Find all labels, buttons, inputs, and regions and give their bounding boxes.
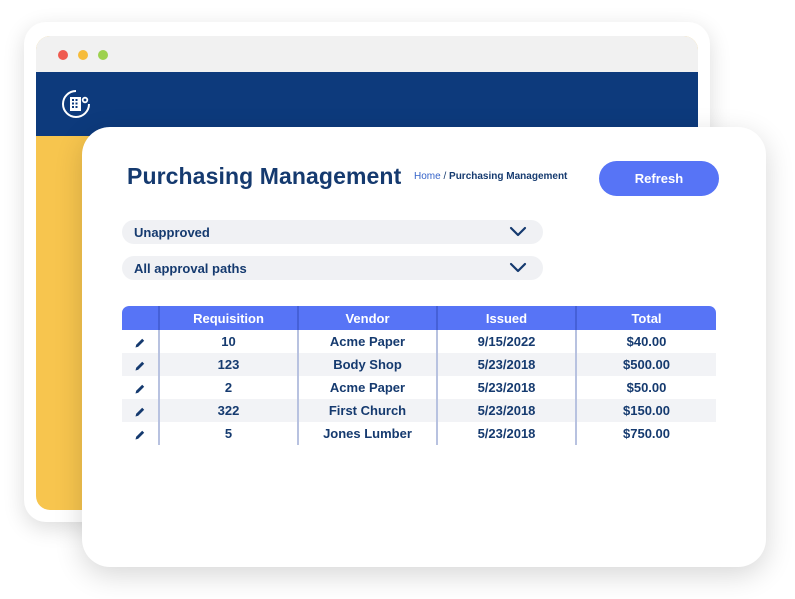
total-cell: $150.00 (575, 399, 716, 422)
page-title: Purchasing Management (127, 163, 402, 189)
vendor-cell: First Church (297, 399, 437, 422)
breadcrumb-separator: / (440, 171, 450, 182)
column-header-issued[interactable]: Issued (436, 306, 576, 330)
table-body: 10 Acme Paper 9/15/2022 $40.00 123 Body … (122, 330, 716, 445)
requisition-cell: 123 (158, 353, 298, 376)
column-header-vendor[interactable]: Vendor (297, 306, 437, 330)
requisition-cell: 2 (158, 376, 298, 399)
column-header-requisition[interactable]: Requisition (158, 306, 298, 330)
pencil-icon[interactable] (134, 383, 146, 395)
pencil-icon[interactable] (134, 406, 146, 418)
row-edit-cell (122, 422, 159, 445)
window-titlebar (36, 36, 698, 72)
table-row[interactable]: 123 Body Shop 5/23/2018 $500.00 (122, 353, 716, 376)
maximize-window-button[interactable] (98, 50, 108, 60)
issued-cell: 5/23/2018 (436, 422, 576, 445)
requisition-cell: 5 (158, 422, 298, 445)
minimize-window-button[interactable] (78, 50, 88, 60)
vendor-cell: Acme Paper (297, 330, 437, 353)
status-filter-select[interactable]: Unapproved (122, 220, 543, 244)
requisition-cell: 10 (158, 330, 298, 353)
issued-cell: 5/23/2018 (436, 399, 576, 422)
row-edit-cell (122, 376, 159, 399)
pencil-icon[interactable] (134, 337, 146, 349)
table-row[interactable]: 10 Acme Paper 9/15/2022 $40.00 (122, 330, 716, 353)
requisitions-table: Requisition Vendor Issued Total 10 Acme … (122, 306, 716, 445)
total-cell: $750.00 (575, 422, 716, 445)
chevron-down-icon (509, 226, 527, 237)
chevron-down-icon (509, 262, 527, 273)
approval-path-filter-value: All approval paths (134, 260, 247, 276)
purchasing-management-card: Purchasing Management Home / Purchasing … (82, 127, 766, 567)
total-cell: $40.00 (575, 330, 716, 353)
issued-cell: 9/15/2022 (436, 330, 576, 353)
vendor-cell: Jones Lumber (297, 422, 437, 445)
row-edit-cell (122, 399, 159, 422)
table-header-row: Requisition Vendor Issued Total (122, 306, 716, 330)
screenshot-stage: Purchasing Management Home / Purchasing … (0, 0, 795, 599)
table-row[interactable]: 5 Jones Lumber 5/23/2018 $750.00 (122, 422, 716, 445)
pencil-icon[interactable] (134, 360, 146, 372)
total-cell: $500.00 (575, 353, 716, 376)
vendor-cell: Body Shop (297, 353, 437, 376)
table-header: Requisition Vendor Issued Total (122, 306, 716, 330)
issued-cell: 5/23/2018 (436, 376, 576, 399)
table-row[interactable]: 322 First Church 5/23/2018 $150.00 (122, 399, 716, 422)
row-edit-cell (122, 353, 159, 376)
table-row[interactable]: 2 Acme Paper 5/23/2018 $50.00 (122, 376, 716, 399)
close-window-button[interactable] (58, 50, 68, 60)
column-header-total[interactable]: Total (575, 306, 716, 330)
column-header-actions (122, 306, 159, 330)
status-filter-value: Unapproved (134, 224, 210, 240)
row-edit-cell (122, 330, 159, 353)
refresh-button[interactable]: Refresh (599, 161, 719, 196)
building-globe-icon[interactable] (60, 88, 92, 120)
breadcrumb: Home / Purchasing Management (414, 171, 567, 182)
pencil-icon[interactable] (134, 429, 146, 441)
breadcrumb-current: Purchasing Management (449, 171, 568, 182)
breadcrumb-home-link[interactable]: Home (414, 171, 441, 182)
issued-cell: 5/23/2018 (436, 353, 576, 376)
total-cell: $50.00 (575, 376, 716, 399)
vendor-cell: Acme Paper (297, 376, 437, 399)
approval-path-filter-select[interactable]: All approval paths (122, 256, 543, 280)
requisition-cell: 322 (158, 399, 298, 422)
